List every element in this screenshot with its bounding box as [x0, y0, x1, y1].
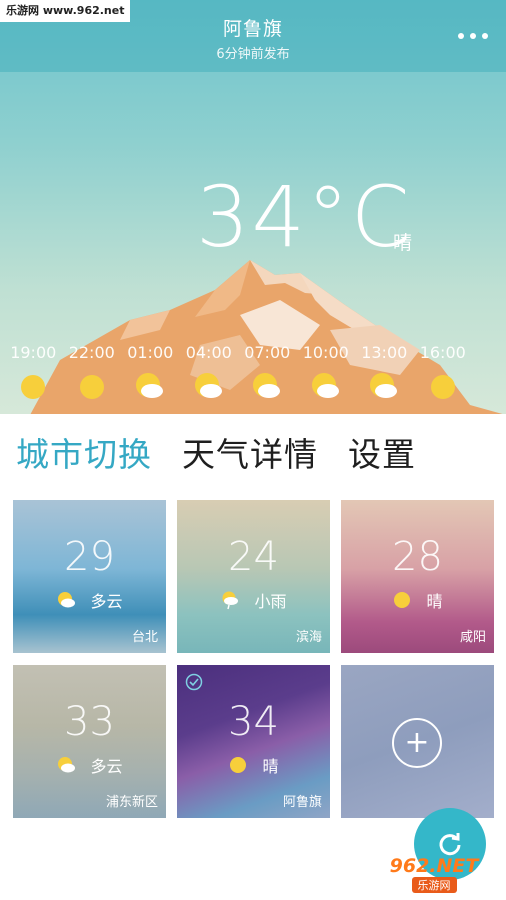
brand-watermark: 962.NET 乐游网 [368, 854, 500, 894]
current-condition: 晴 [393, 232, 413, 254]
watermark-logo: 962.NET [389, 855, 479, 877]
partly-cloudy-icon [253, 373, 281, 398]
main-tabs: 城市切换 天气详情 设置 [16, 428, 416, 476]
city-condition: 多云 [90, 592, 123, 611]
city-name: 滨海 [295, 630, 322, 645]
city-card-pudong[interactable]: 33 多云 浦东新区 [13, 665, 166, 818]
more-options-button[interactable] [458, 26, 488, 46]
hourly-time: 01:00 [127, 343, 174, 362]
sun-icon [394, 592, 411, 608]
more-dot-icon [482, 33, 488, 39]
city-condition: 晴 [426, 592, 443, 611]
sun-icon [230, 757, 247, 773]
current-temperature: 34°C [196, 168, 412, 266]
hourly-item: 13:00 [355, 340, 414, 414]
add-city-button[interactable]: + [392, 718, 442, 768]
city-card-binhai[interactable]: 24 小雨 滨海 [177, 500, 330, 653]
hourly-time: 04:00 [185, 343, 232, 362]
partly-cloudy-icon [136, 373, 164, 398]
hourly-item: 10:00 [297, 340, 356, 414]
hourly-item: 04:00 [180, 340, 239, 414]
more-dot-icon [470, 33, 476, 39]
hourly-item: 16:00 [414, 340, 473, 414]
add-city-card[interactable]: + [341, 665, 494, 818]
city-grid: 29 多云 台北 24 小雨 滨海 28 晴 咸阳 33 多云 浦东新区 34 … [13, 500, 494, 818]
city-temperature: 24 [228, 534, 279, 580]
city-temperature: 33 [64, 699, 115, 745]
hourly-time: 07:00 [244, 343, 291, 362]
city-temperature: 29 [64, 534, 115, 580]
city-name: 台北 [131, 630, 158, 645]
hourly-forecast: 19:00 22:00 01:00 04:00 07:00 10:00 13:00 16:00 [0, 340, 506, 414]
partly-cloudy-icon [311, 373, 339, 398]
city-condition-row: 多云 [13, 588, 166, 612]
city-condition-row: 晴 [177, 753, 330, 777]
tab-city-switch[interactable]: 城市切换 [16, 428, 152, 476]
city-card-aluqi[interactable]: 34 晴 阿鲁旗 [177, 665, 330, 818]
update-time: 6分钟前发布 [216, 47, 290, 62]
tab-settings[interactable]: 设置 [348, 428, 416, 476]
more-dot-icon [458, 33, 464, 39]
weather-hero: 乐游网 www.962.net 阿鲁旗 6分钟前发布 34°C 晴 19:00 2… [0, 0, 506, 414]
partly-cloudy-icon [194, 373, 222, 398]
hourly-item: 19:00 [4, 340, 63, 414]
city-card-taibei[interactable]: 29 多云 台北 [13, 500, 166, 653]
hourly-time: 19:00 [10, 343, 57, 362]
city-temperature: 28 [392, 534, 443, 580]
hourly-item: 01:00 [121, 340, 180, 414]
current-city-title: 阿鲁旗 [222, 18, 283, 40]
hourly-time: 16:00 [419, 343, 466, 362]
city-name: 咸阳 [459, 630, 486, 645]
city-card-xianyang[interactable]: 28 晴 咸阳 [341, 500, 494, 653]
hourly-time: 10:00 [302, 343, 349, 362]
hourly-time: 13:00 [361, 343, 408, 362]
city-name: 阿鲁旗 [282, 795, 322, 810]
tab-weather-details[interactable]: 天气详情 [182, 428, 318, 476]
city-condition-row: 小雨 [177, 588, 330, 612]
sun-icon [430, 375, 455, 399]
selected-check-icon [185, 673, 203, 691]
city-condition: 多云 [90, 757, 123, 776]
hourly-item: 07:00 [238, 340, 297, 414]
city-name: 浦东新区 [105, 795, 158, 810]
city-condition: 晴 [262, 757, 279, 776]
sun-icon [79, 375, 104, 399]
city-temperature: 34 [228, 699, 279, 745]
watermark-subtitle: 乐游网 [411, 877, 457, 893]
hourly-item: 22:00 [63, 340, 122, 414]
city-condition-row: 晴 [341, 588, 494, 612]
partly-cloudy-icon [58, 592, 76, 608]
light-rain-icon [222, 591, 239, 610]
city-condition: 小雨 [254, 592, 287, 611]
partly-cloudy-icon [58, 757, 76, 773]
sun-icon [21, 375, 46, 399]
city-condition-row: 多云 [13, 753, 166, 777]
partly-cloudy-icon [370, 373, 398, 398]
hourly-time: 22:00 [68, 343, 115, 362]
